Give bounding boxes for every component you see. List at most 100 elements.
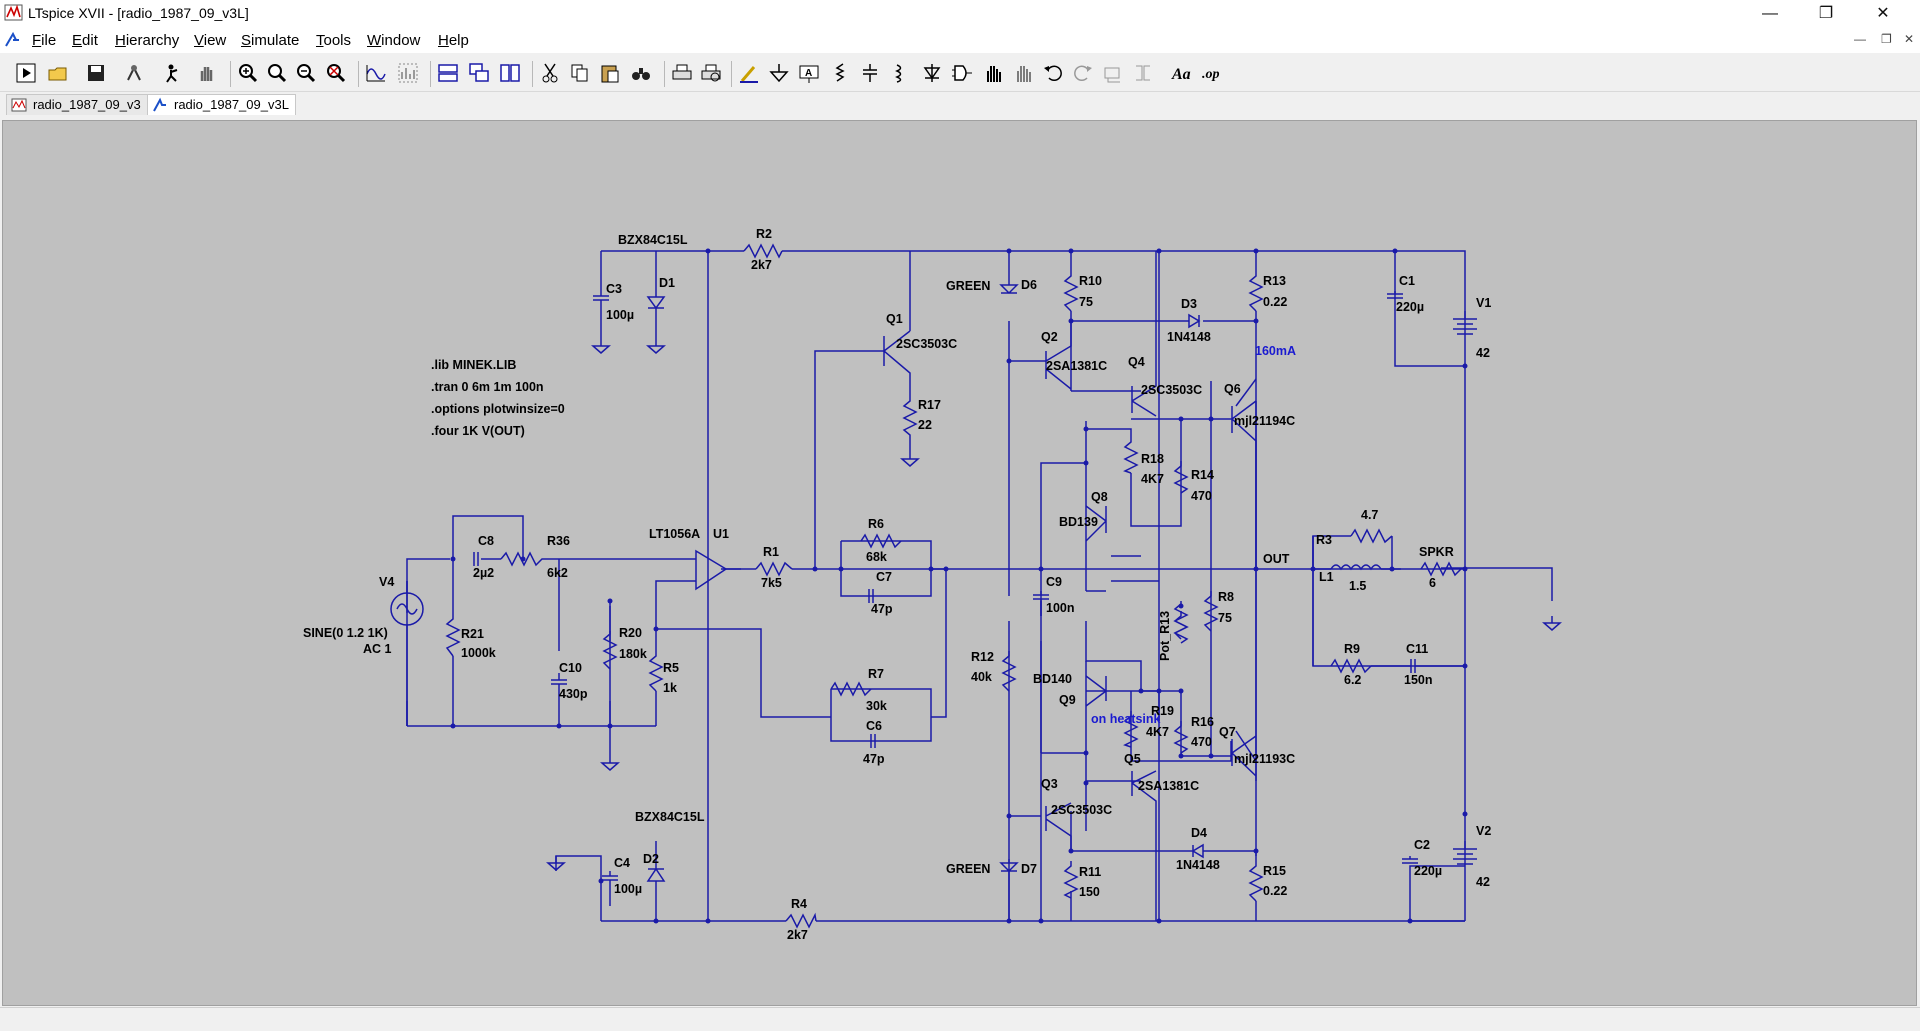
print-preview-button[interactable] [699, 61, 723, 85]
c10-value: 430p [559, 687, 588, 701]
menu-edit[interactable]: Edit [72, 32, 98, 49]
v4-ref: V4 [379, 575, 394, 589]
r14-ref: R14 [1191, 468, 1214, 482]
r7-value: 30k [866, 699, 887, 713]
r10-ref: R10 [1079, 274, 1102, 288]
v2-value: 42 [1476, 875, 1490, 889]
rotate-button[interactable] [1101, 61, 1125, 85]
r17-ref: R17 [918, 398, 941, 412]
menu-file[interactable]: File [32, 32, 56, 49]
mdi-close-button[interactable]: ✕ [1904, 32, 1914, 46]
capacitor-button[interactable] [858, 61, 882, 85]
menu-window[interactable]: Window [367, 32, 420, 49]
print-button[interactable] [670, 61, 694, 85]
open-icon [48, 67, 67, 81]
tile-horizontal-button[interactable] [436, 61, 460, 85]
pan-button[interactable] [195, 61, 219, 85]
move-button[interactable] [981, 61, 1005, 85]
inductor-button[interactable] [888, 61, 912, 85]
zoom-fit-button[interactable] [324, 61, 348, 85]
zoom-in-button[interactable] [236, 61, 260, 85]
q6-value: mjl21194C [1234, 414, 1295, 428]
spice-directive-button[interactable]: .op [1200, 61, 1224, 85]
mirror-button[interactable] [1131, 61, 1155, 85]
drag-button[interactable] [1011, 61, 1035, 85]
component-icon [952, 65, 972, 81]
cascade-button[interactable] [467, 61, 491, 85]
save-button[interactable] [84, 61, 108, 85]
menu-hierarchy[interactable]: Hierarchy [115, 32, 179, 49]
tile-vertical-button[interactable] [498, 61, 522, 85]
menu-tools[interactable]: Tools [316, 32, 351, 49]
zoom-in-icon [239, 64, 258, 83]
undo-button[interactable] [1041, 61, 1065, 85]
d3-value: 1N4148 [1167, 330, 1211, 344]
title-bar: LTspice XVII - [radio_1987_09_v3L] — ❐ ✕ [0, 0, 1920, 28]
tab-bar: radio_1987_09_v3 radio_1987_09_v3L [0, 92, 1920, 116]
r17-value: 22 [918, 418, 932, 432]
diode-button[interactable] [920, 61, 944, 85]
wire-icon [740, 66, 758, 83]
fft-button[interactable] [396, 61, 420, 85]
tab-waveform[interactable]: radio_1987_09_v3 [6, 94, 148, 115]
r9-value: 6.2 [1344, 673, 1361, 687]
r7-ref: R7 [868, 667, 884, 681]
menu-view[interactable]: View [194, 32, 226, 49]
restore-button[interactable]: ❐ [1803, 0, 1849, 28]
tab-schematic[interactable]: radio_1987_09_v3L [147, 94, 296, 115]
cascade-icon [469, 63, 489, 82]
find-button[interactable] [629, 61, 653, 85]
d7-value: GREEN [946, 862, 990, 876]
redo-button[interactable] [1071, 61, 1095, 85]
mdi-restore-button[interactable]: ❐ [1881, 32, 1892, 46]
cut-icon [542, 63, 558, 83]
q4-value: 2SC3503C [1141, 383, 1202, 397]
c8-value: 2µ2 [473, 566, 494, 580]
c6-ref: C6 [866, 719, 882, 733]
autorange-button[interactable] [364, 61, 388, 85]
svg-text:A: A [805, 68, 812, 79]
r13-ref: R13 [1263, 274, 1286, 288]
resistor-button[interactable] [828, 61, 852, 85]
r15-ref: R15 [1263, 864, 1286, 878]
menu-help[interactable]: Help [438, 32, 469, 49]
drag-icon [1017, 66, 1031, 82]
q8-ref: Q8 [1091, 490, 1108, 504]
d2-value: BZX84C15L [635, 810, 705, 824]
zoom-out-small-icon [268, 64, 287, 83]
component-button[interactable] [950, 61, 974, 85]
c8-ref: C8 [478, 534, 494, 548]
paste-button[interactable] [598, 61, 622, 85]
menu-simulate[interactable]: Simulate [241, 32, 299, 49]
cut-button[interactable] [538, 61, 562, 85]
r6-ref: R6 [868, 517, 884, 531]
q5-value: 2SA1381C [1138, 779, 1199, 793]
r15-value: 0.22 [1263, 884, 1287, 898]
schematic-canvas[interactable]: .lib MINEK.LIB .tran 0 6m 1m 100n .optio… [2, 120, 1917, 1006]
mirror-icon [1136, 65, 1150, 81]
d6-ref: D6 [1021, 278, 1037, 292]
zoom-out-button[interactable] [294, 61, 318, 85]
close-button[interactable]: ✕ [1860, 0, 1906, 28]
opamp-u1 [695, 549, 741, 591]
r10-value: 75 [1079, 295, 1093, 309]
tab-label: radio_1987_09_v3 [33, 97, 141, 112]
label-net-button[interactable]: A [797, 61, 821, 85]
control-panel-button[interactable] [122, 61, 146, 85]
run-button[interactable] [14, 61, 38, 85]
copy-icon [571, 64, 588, 82]
r14-value: 470 [1191, 489, 1212, 503]
ground-button[interactable] [767, 61, 791, 85]
redo-icon [1074, 65, 1092, 82]
waveform-icon [11, 98, 27, 112]
c3-ref: C3 [606, 282, 622, 296]
toolbar: A Aa .op [0, 55, 1920, 92]
minimize-button[interactable]: — [1747, 0, 1793, 28]
zoom-out-small-button[interactable] [265, 61, 289, 85]
copy-button[interactable] [568, 61, 592, 85]
open-button[interactable] [46, 61, 70, 85]
mdi-minimize-button[interactable]: — [1854, 32, 1866, 46]
text-button[interactable]: Aa [1170, 61, 1194, 85]
halt-button[interactable] [161, 61, 185, 85]
wire-button[interactable] [737, 61, 761, 85]
